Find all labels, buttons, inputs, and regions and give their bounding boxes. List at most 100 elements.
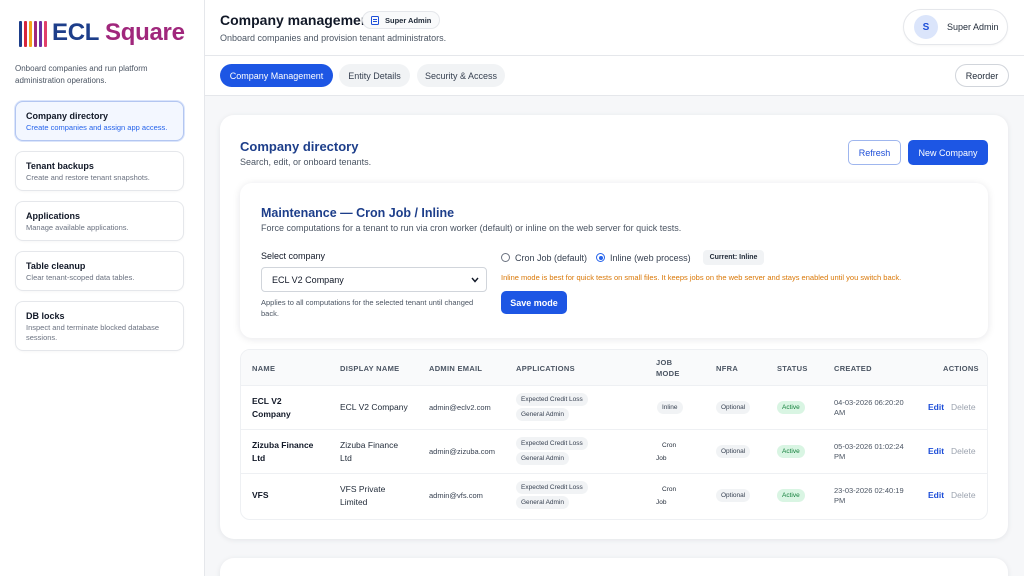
role-badge-label: Super Admin — [385, 15, 432, 25]
table-header: NAME DISPLAY NAME ADMIN EMAIL APPLICATIO… — [241, 350, 987, 386]
maintenance-panel: Maintenance — Cron Job / Inline Force co… — [240, 183, 988, 338]
nfra-chip: Optional — [716, 445, 751, 458]
page-title: Company management — [220, 12, 375, 28]
sidebar-item-applications[interactable]: Applications Manage available applicatio… — [15, 201, 184, 241]
sidebar-item-subtitle: Create companies and assign app access. — [26, 123, 168, 132]
sidebar-item-company-directory[interactable]: Company directory Create companies and a… — [15, 101, 184, 141]
company-table: NAME DISPLAY NAME ADMIN EMAIL APPLICATIO… — [240, 349, 988, 520]
sidebar-description: Onboard companies and run platform admin… — [15, 64, 148, 85]
display-name: Zizuba Finance Ltd — [340, 440, 399, 463]
col-name: NAME — [252, 364, 276, 373]
col-created: CREATED — [834, 364, 872, 373]
col-status: STATUS — [777, 364, 808, 373]
logo-bars-icon — [19, 19, 48, 47]
sidebar-item-title: Table cleanup — [26, 261, 86, 271]
sidebar-item-tenant-backups[interactable]: Tenant backups Create and restore tenant… — [15, 151, 184, 191]
directory-subtitle: Search, edit, or onboard tenants. — [240, 157, 372, 167]
display-name: ECL V2 Company — [340, 402, 408, 412]
page-header: Company management Super Admin Onboard c… — [205, 0, 1024, 56]
refresh-button[interactable]: Refresh — [848, 140, 901, 165]
sidebar-item-title: Tenant backups — [26, 161, 94, 171]
radio-inline[interactable] — [596, 253, 606, 262]
tab-entity-details[interactable]: Entity Details — [339, 64, 410, 87]
display-name: VFS Private Limited — [340, 484, 386, 507]
col-actions: ACTIONS — [943, 364, 979, 373]
edit-button[interactable]: Edit — [928, 490, 944, 500]
user-menu[interactable]: S Super Admin — [903, 9, 1008, 45]
status-badge: Active — [777, 445, 805, 458]
sidebar-nav: Company directory Create companies and a… — [15, 101, 184, 361]
app-chip: General Admin — [516, 408, 569, 421]
delete-button[interactable]: Delete — [951, 490, 976, 500]
delete-button[interactable]: Delete — [951, 402, 976, 412]
maintenance-title: Maintenance — Cron Job / Inline — [261, 206, 455, 220]
radio-cron-label[interactable]: Cron Job (default) — [515, 253, 587, 263]
sidebar-item-title: Applications — [26, 211, 81, 221]
app-chip: Expected Credit Loss — [516, 393, 588, 406]
sidebar-item-table-cleanup[interactable]: Table cleanup Clear tenant-scoped data t… — [15, 251, 184, 291]
created-date: 05-03-2026 01:02:24 PM — [834, 442, 904, 461]
id-card-icon — [371, 15, 379, 25]
admin-email: admin@eclv2.com — [429, 403, 491, 412]
radio-cron[interactable] — [501, 253, 510, 262]
sidebar-item-subtitle: Clear tenant-scoped data tables. — [26, 273, 135, 282]
app-chip: General Admin — [516, 496, 569, 509]
nfra-chip: Optional — [716, 401, 751, 414]
tab-company-management[interactable]: Company Management — [220, 64, 333, 87]
sidebar-item-title: Company directory — [26, 111, 109, 121]
job-mode-chip: Inline — [657, 401, 683, 414]
admin-email: admin@vfs.com — [429, 491, 483, 500]
job-mode-text: Cron Job — [656, 442, 677, 462]
next-card — [220, 558, 1008, 576]
radio-inline-label[interactable]: Inline (web process) — [610, 253, 691, 263]
chevron-down-icon — [471, 277, 479, 283]
sidebar-item-subtitle: Manage available applications. — [26, 223, 129, 232]
role-badge: Super Admin — [362, 11, 441, 29]
sidebar-item-db-locks[interactable]: DB locks Inspect and terminate blocked d… — [15, 301, 184, 351]
company-name: Zizuba Finance Ltd — [252, 440, 314, 463]
col-display-name: DISPLAY NAME — [340, 364, 400, 373]
directory-title: Company directory — [240, 139, 359, 154]
tab-security-access[interactable]: Security & Access — [417, 64, 505, 87]
reorder-button[interactable]: Reorder — [955, 64, 1009, 87]
col-admin-email: ADMIN EMAIL — [429, 364, 483, 373]
app-chip: General Admin — [516, 452, 569, 465]
app-chip: Expected Credit Loss — [516, 437, 588, 450]
avatar: S — [914, 15, 938, 39]
edit-button[interactable]: Edit — [928, 446, 944, 456]
current-mode-badge: Current: Inline — [702, 250, 765, 265]
company-name: VFS — [252, 490, 269, 500]
edit-button[interactable]: Edit — [928, 402, 944, 412]
sidebar: ECL Square Onboard companies and run pla… — [0, 0, 205, 576]
sidebar-item-subtitle: Inspect and terminate blocked database s… — [26, 323, 160, 342]
page-subtitle: Onboard companies and provision tenant a… — [220, 33, 447, 43]
col-job-mode-line1: JOB — [656, 358, 673, 367]
app-logo[interactable]: ECL Square — [19, 19, 185, 47]
select-help-text: Applies to all computations for the sele… — [261, 298, 474, 318]
created-date: 04-03-2026 06:20:20 AM — [834, 398, 904, 417]
app-chip: Expected Credit Loss — [516, 481, 588, 494]
table-row: VFS VFS Private Limited admin@vfs.com Exp… — [241, 474, 987, 518]
company-select[interactable]: ECL V2 Company — [261, 267, 487, 292]
logo-text: ECL Square — [52, 19, 185, 46]
job-mode-text: Cron Job — [656, 486, 677, 506]
inline-warning: Inline mode is best for quick tests on s… — [501, 273, 902, 282]
company-select-value: ECL V2 Company — [272, 274, 344, 285]
table-row: Zizuba Finance Ltd Zizuba Finance Ltd admi… — [241, 430, 987, 474]
status-badge: Active — [777, 489, 805, 502]
delete-button[interactable]: Delete — [951, 446, 976, 456]
maintenance-subtitle: Force computations for a tenant to run v… — [261, 223, 682, 233]
table-row: ECL V2 Company ECL V2 Company admin@eclv2… — [241, 386, 987, 430]
save-mode-button[interactable]: Save mode — [501, 291, 567, 314]
tab-bar: Company Management Entity Details Securi… — [205, 56, 1024, 96]
col-nfra: NFRA — [716, 364, 739, 373]
select-company-label: Select company — [261, 251, 326, 261]
sidebar-item-subtitle: Create and restore tenant snapshots. — [26, 173, 150, 182]
mode-radio-group: Cron Job (default) Inline (web process) … — [501, 250, 765, 265]
new-company-button[interactable]: New Company — [908, 140, 988, 165]
company-directory-card: Company directory Search, edit, or onboa… — [220, 115, 1008, 539]
col-applications: APPLICATIONS — [516, 364, 575, 373]
admin-email: admin@zizuba.com — [429, 447, 495, 456]
status-badge: Active — [777, 401, 805, 414]
col-job-mode-line2: MODE — [656, 369, 680, 378]
